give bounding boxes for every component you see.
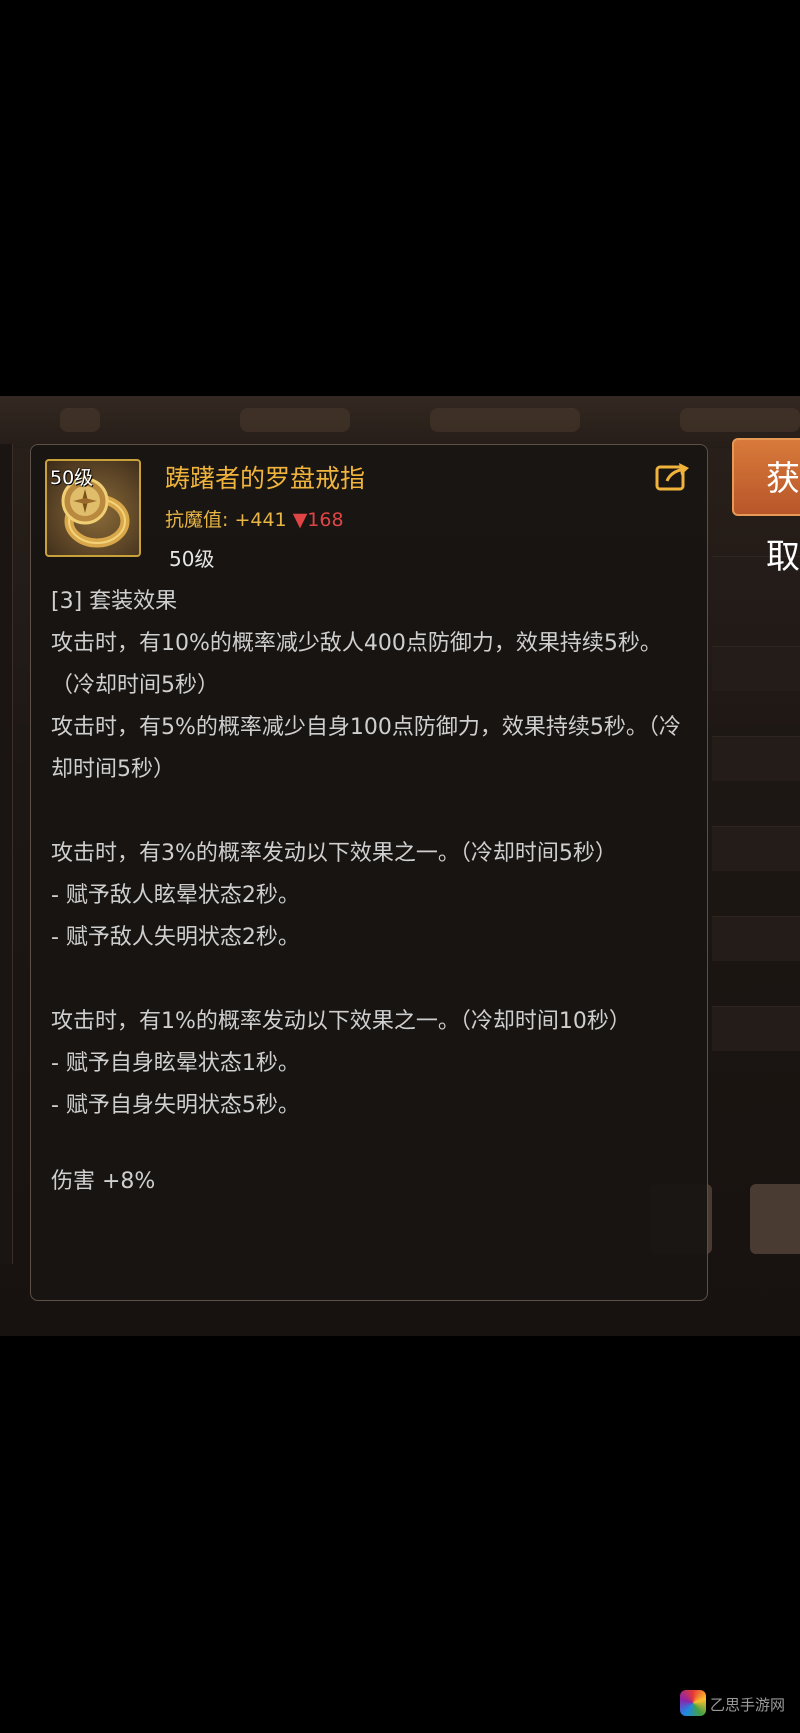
item-description: [3] 套装效果 攻击时，有10%的概率减少敌人400点防御力，效果持续5秒。（… — [51, 581, 691, 1203]
hud-gold-value — [430, 408, 580, 432]
share-icon[interactable] — [655, 461, 691, 491]
effect-text: - 赋予自身失明状态5秒。 — [51, 1093, 300, 1118]
background-row — [712, 916, 800, 961]
effect-text: 攻击时，有5%的概率减少自身100点防御力，效果持续5秒。（冷却时间5秒） — [51, 715, 681, 782]
effect-text: 攻击时，有1%的概率发动以下效果之一。（冷却时间10秒） — [51, 1009, 631, 1034]
hud-currency-icon — [60, 408, 100, 432]
get-button[interactable]: 获取 — [732, 438, 800, 577]
background-action-button[interactable] — [750, 1184, 800, 1254]
effect-text: 攻击时，有10%的概率减少敌人400点防御力，效果持续5秒。（冷却时间5秒） — [51, 631, 662, 698]
background-row — [712, 646, 800, 691]
watermark-logo-icon — [680, 1690, 706, 1716]
stat-value: +441 — [234, 509, 287, 531]
stat-line: 抗魔值: +441 ▼168 — [165, 505, 344, 532]
watermark: 乙思手游网 — [680, 1686, 800, 1722]
background-row — [712, 826, 800, 871]
effect-text: 攻击时，有3%的概率发动以下效果之一。（冷却时间5秒） — [51, 841, 617, 866]
ring-item-icon: 50级 — [45, 459, 141, 557]
hud-currency-value — [240, 408, 350, 432]
level-badge: 50级 — [50, 467, 94, 489]
item-tooltip: 50级 踌躇者的罗盘戒指 抗魔值: +441 ▼168 50级 [3] 套装效果… — [30, 444, 708, 1301]
left-side-panel — [0, 444, 13, 1264]
watermark-text: 乙思手游网 — [710, 1696, 786, 1714]
effect-text: - 赋予自身眩晕状态1秒。 — [51, 1051, 300, 1076]
damage-bonus: 伤害 +8% — [51, 1169, 156, 1194]
effect-text: - 赋予敌人眩晕状态2秒。 — [51, 883, 300, 908]
set-effect-header: [3] 套装效果 — [51, 589, 178, 614]
stat-change: ▼168 — [292, 509, 344, 531]
hud-points-value — [680, 408, 800, 432]
item-name: 踌躇者的罗盘戒指 — [165, 464, 366, 493]
background-row — [712, 736, 800, 781]
item-level: 50级 — [169, 547, 215, 571]
effect-text: - 赋予敌人失明状态2秒。 — [51, 925, 300, 950]
stat-label: 抗魔值: — [165, 509, 229, 531]
background-row — [712, 1006, 800, 1051]
